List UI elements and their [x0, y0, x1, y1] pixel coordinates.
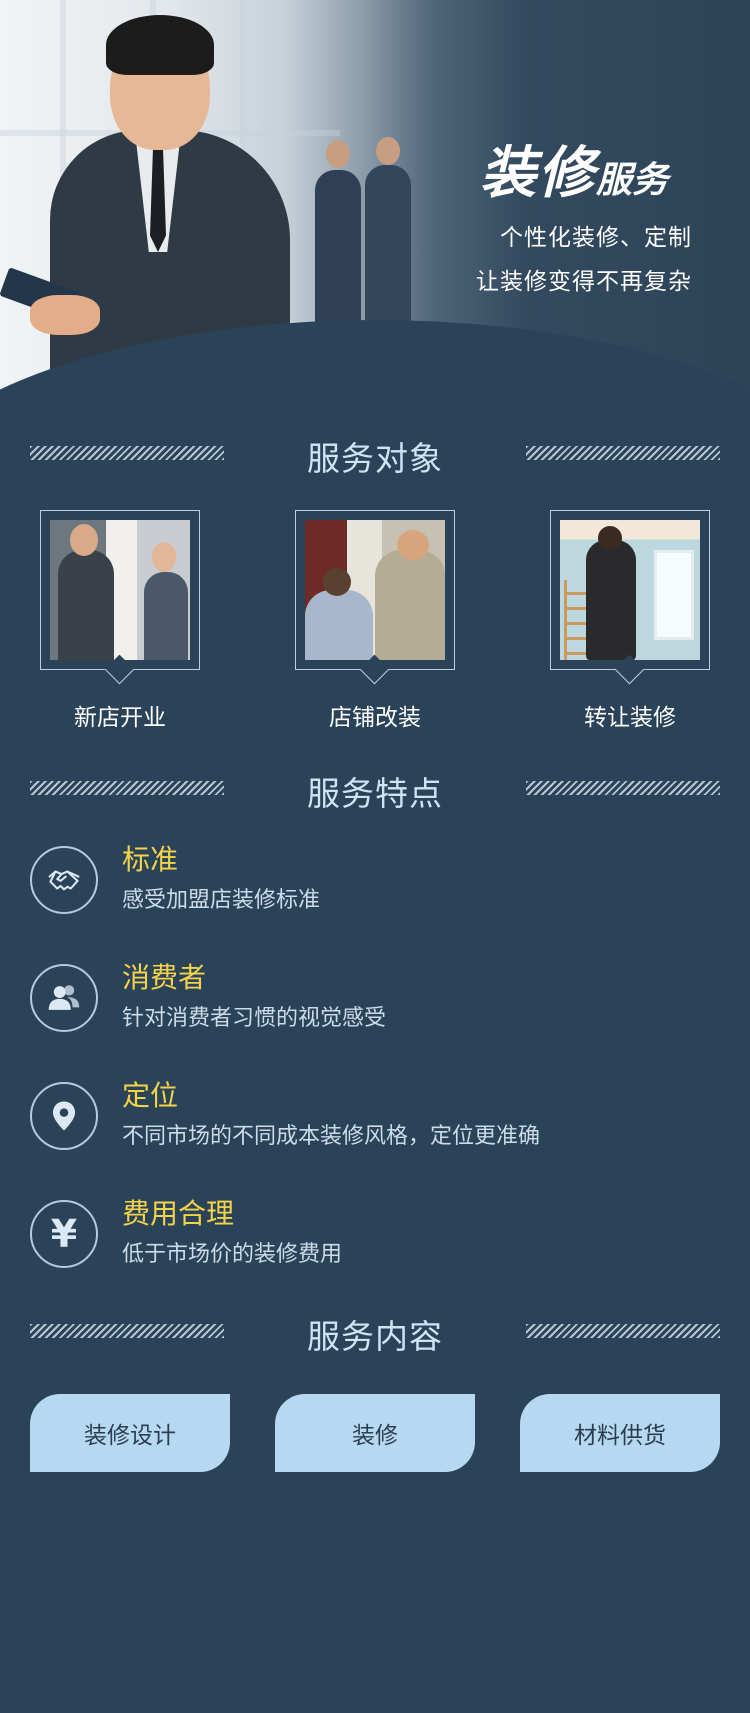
target-card-transfer-renovation[interactable]: 转让装修 — [550, 510, 710, 732]
target-photo-frame — [40, 510, 200, 670]
yen-icon: ¥ — [30, 1200, 98, 1268]
target-photo-frame — [550, 510, 710, 670]
target-label: 店铺改装 — [329, 705, 421, 731]
feature-title: 标准 — [122, 843, 179, 876]
location-pin-icon — [30, 1082, 98, 1150]
feature-title: 消费者 — [122, 961, 207, 994]
feature-description: 低于市场价的装修费用 — [122, 1242, 343, 1267]
target-photo-new-store — [50, 520, 190, 660]
hero-title: 装修服务 — [480, 128, 668, 209]
target-label: 新店开业 — [74, 705, 166, 731]
yen-symbol: ¥ — [50, 1212, 78, 1256]
feature-item-positioning: 定位 不同市场的不同成本装修风格，定位更准确 — [30, 1074, 720, 1154]
hero-title-big: 装修 — [480, 141, 596, 206]
target-label: 转让装修 — [584, 705, 676, 731]
feature-description: 不同市场的不同成本装修风格，定位更准确 — [122, 1124, 541, 1149]
target-photo-frame — [295, 510, 455, 670]
service-chip-material-supply[interactable]: 材料供货 — [520, 1394, 720, 1472]
users-icon — [30, 964, 98, 1032]
feature-item-consumer: 消费者 针对消费者习惯的视觉感受 — [30, 956, 720, 1036]
feature-item-reasonable-cost: ¥ 费用合理 低于市场价的装修费用 — [30, 1192, 720, 1272]
target-photo-transfer-renovation — [560, 520, 700, 660]
section-header-content: 服务内容 — [30, 1310, 720, 1356]
hero-banner: 装修服务 个性化装修、定制 让装修变得不再复杂 — [0, 0, 750, 390]
target-photo-store-renovation — [305, 520, 445, 660]
service-chip-design[interactable]: 装修设计 — [30, 1394, 230, 1472]
section-stripe-right — [526, 446, 720, 460]
hero-subtitle-line2: 让装修变得不再复杂 — [476, 269, 692, 295]
handshake-icon — [30, 846, 98, 914]
feature-item-standard: 标准 感受加盟店装修标准 — [30, 838, 720, 918]
target-card-new-store[interactable]: 新店开业 — [40, 510, 200, 732]
section-header-features: 服务特点 — [30, 767, 720, 813]
feature-title: 定位 — [122, 1079, 179, 1112]
hero-title-small: 服务 — [596, 160, 669, 201]
hero-subtitle-line1: 个性化装修、定制 — [500, 225, 692, 251]
feature-title: 费用合理 — [122, 1197, 235, 1230]
feature-description: 感受加盟店装修标准 — [122, 888, 321, 913]
target-card-store-renovation[interactable]: 店铺改装 — [295, 510, 455, 732]
section-stripe-right — [526, 1324, 720, 1338]
service-chip-renovation[interactable]: 装修 — [275, 1394, 475, 1472]
section-header-targets: 服务对象 — [30, 432, 720, 478]
feature-description: 针对消费者习惯的视觉感受 — [122, 1006, 387, 1031]
section-stripe-right — [526, 781, 720, 795]
